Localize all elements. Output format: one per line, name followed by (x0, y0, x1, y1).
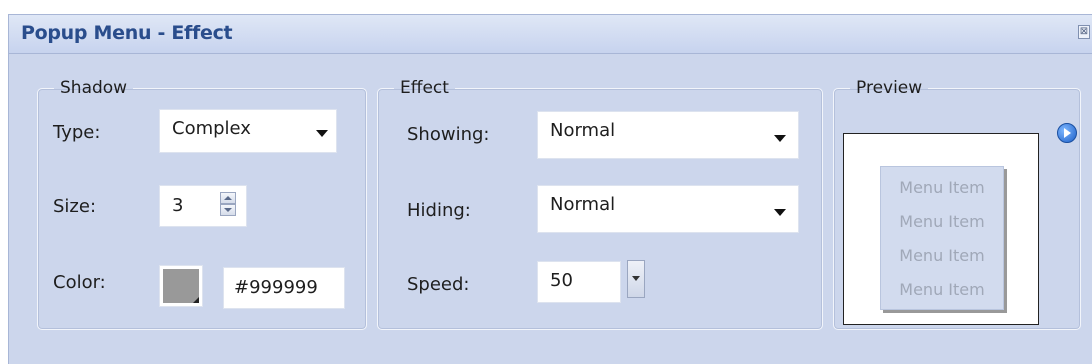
preview-legend: Preview (856, 78, 923, 98)
showing-effect-select[interactable]: Normal (537, 111, 799, 159)
shadow-type-value: Complex (172, 118, 251, 139)
size-label: Size: (53, 196, 97, 217)
arrow-up-icon (224, 196, 232, 200)
play-triangle (1064, 128, 1071, 138)
menu-item: Menu Item (899, 212, 985, 231)
arrow-down-icon (224, 208, 232, 212)
chevron-down-icon (774, 209, 786, 216)
hiding-label: Hiding: (407, 200, 471, 221)
preview-menu: Menu Item Menu Item Menu Item Menu Item (880, 166, 1004, 310)
speed-value: 50 (550, 270, 573, 291)
dropdown-corner-icon (193, 297, 199, 303)
shadow-legend: Shadow (60, 78, 128, 98)
close-icon[interactable]: ⊠ (1078, 25, 1090, 39)
preview-area: Menu Item Menu Item Menu Item Menu Item (843, 133, 1039, 325)
menu-item: Menu Item (899, 246, 985, 265)
hiding-effect-select[interactable]: Normal (537, 185, 799, 233)
shadow-size-value: 3 (172, 195, 184, 216)
dialog-title: Popup Menu - Effect (21, 22, 233, 44)
speed-label: Speed: (407, 274, 470, 295)
spin-down-button[interactable] (220, 204, 236, 216)
speed-select[interactable]: 50 (537, 261, 621, 303)
speed-dropdown-button[interactable] (627, 260, 645, 298)
type-label: Type: (53, 122, 101, 143)
menu-item: Menu Item (899, 178, 985, 197)
popup-menu-effect-dialog: Popup Menu - Effect ⊠ Shadow Type: Compl… (8, 14, 1092, 364)
spin-up-button[interactable] (220, 192, 236, 204)
chevron-down-icon (632, 276, 640, 281)
chevron-down-icon (774, 135, 786, 142)
title-bar: Popup Menu - Effect ⊠ (9, 15, 1092, 54)
play-icon[interactable] (1057, 123, 1077, 143)
shadow-type-select[interactable]: Complex (159, 109, 337, 153)
effect-legend: Effect (400, 78, 449, 98)
chevron-down-icon (316, 130, 328, 137)
hiding-effect-value: Normal (550, 194, 616, 215)
shadow-size-stepper[interactable]: 3 (159, 185, 247, 227)
showing-label: Showing: (407, 124, 490, 145)
showing-effect-value: Normal (550, 120, 616, 141)
menu-item: Menu Item (899, 280, 985, 299)
shadow-color-input[interactable]: #999999 (223, 267, 345, 309)
shadow-color-picker-button[interactable] (159, 265, 203, 307)
color-label: Color: (53, 272, 106, 293)
